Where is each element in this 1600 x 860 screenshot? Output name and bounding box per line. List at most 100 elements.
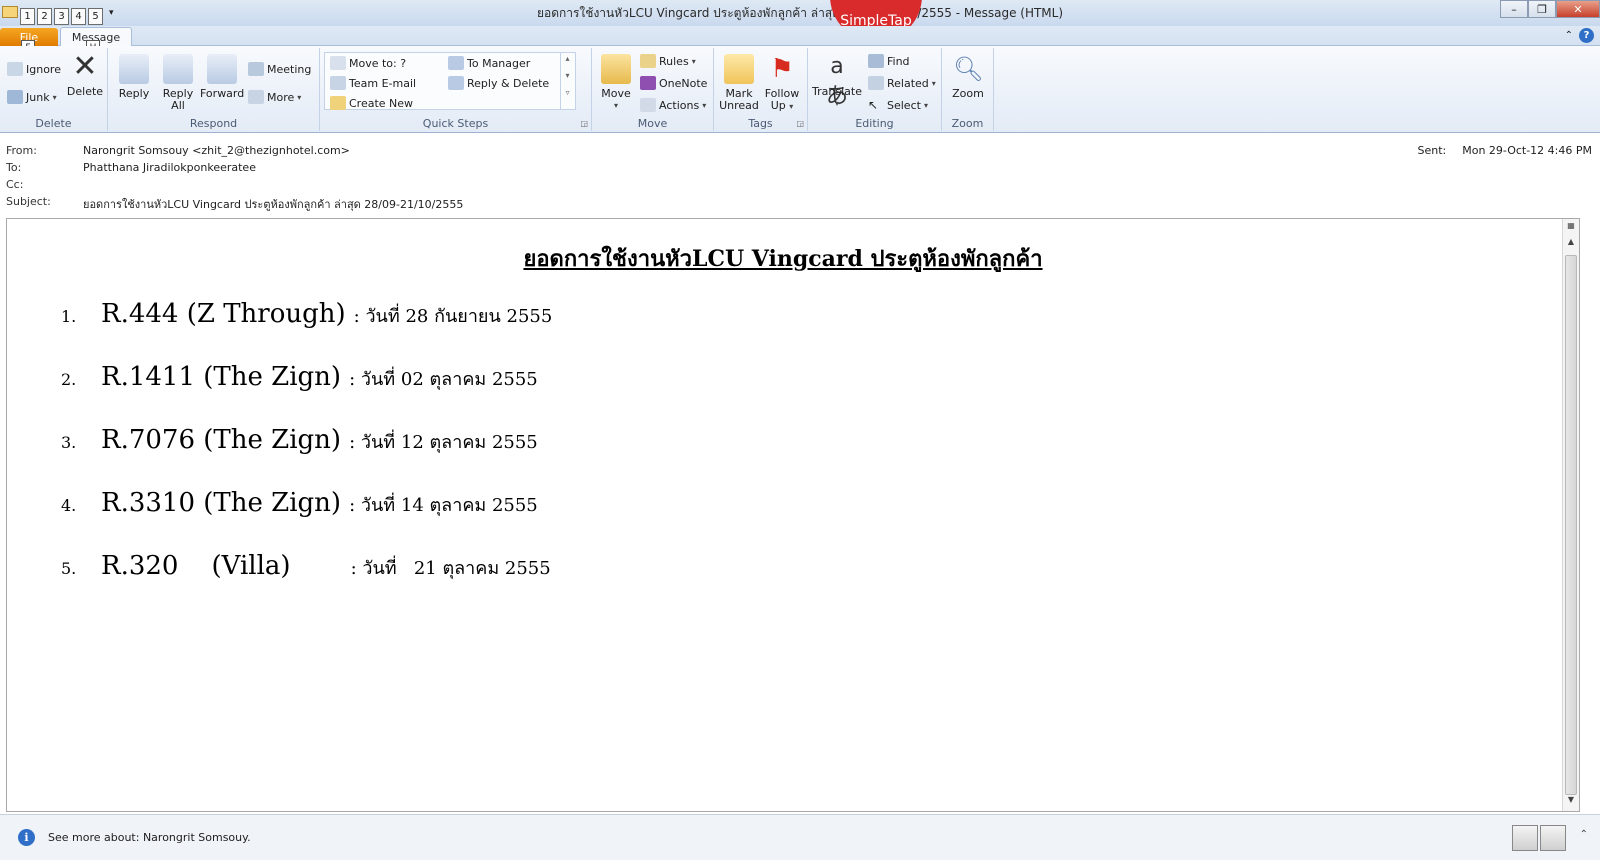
cc-label: Cc:: [6, 178, 24, 191]
reply-all-button[interactable]: Reply All: [158, 54, 198, 112]
quickstep-to-manager[interactable]: To Manager: [448, 56, 530, 70]
follow-up-button[interactable]: ⚑ Follow Up ▾: [762, 54, 802, 113]
scrollbar-thumb[interactable]: [1565, 255, 1577, 795]
team-email-label: Team E-mail: [349, 76, 417, 90]
expand-people-pane-icon[interactable]: ⌃: [1580, 829, 1588, 840]
sent-value: Mon 29-Oct-12 4:46 PM: [1462, 144, 1592, 157]
title-bar: 1 2 3 4 5 ▾ ยอดการใช้งานหัวLCU Vingcard …: [0, 0, 1600, 26]
forward-button[interactable]: Forward: [200, 54, 244, 100]
room-name: R.7076 (The Zign): [101, 425, 342, 455]
ruler-toggle-icon[interactable]: ▦: [1565, 221, 1577, 235]
people-pane-bar: i See more about: Narongrit Somsouy. ⌃: [0, 814, 1600, 860]
move-label: Move: [601, 87, 631, 100]
subject-label: Subject:: [6, 195, 51, 208]
zoom-label: Zoom: [952, 87, 984, 100]
onenote-button[interactable]: OneNote: [640, 76, 707, 90]
reply-button[interactable]: Reply: [116, 54, 152, 100]
tags-launcher-icon[interactable]: ◲: [796, 119, 804, 128]
chevron-down-icon: ▾: [834, 99, 839, 108]
select-button[interactable]: ↖ Select ▾: [868, 98, 928, 112]
scroll-down-arrow-icon[interactable]: ▼: [1565, 795, 1577, 809]
minimize-button[interactable]: –: [1500, 0, 1528, 18]
actions-button[interactable]: Actions ▾: [640, 98, 706, 112]
zoom-button[interactable]: 🔍︎ Zoom: [948, 54, 988, 100]
reply-all-label-2: All: [171, 99, 185, 112]
room-name: R.3310 (The Zign): [101, 488, 342, 518]
delete-label: Delete: [66, 85, 104, 98]
message-body[interactable]: ยอดการใช้งานหัวLCU Vingcard ประตูห้องพัก…: [6, 218, 1580, 812]
related-label: Related: [887, 76, 929, 90]
quickstep-team-email[interactable]: Team E-mail: [330, 76, 416, 90]
minimize-ribbon-icon[interactable]: ⌃: [1565, 30, 1573, 41]
scroll-up-icon[interactable]: ▴: [561, 54, 574, 63]
more-label: More: [267, 90, 295, 104]
meeting-icon: [248, 62, 264, 76]
person-avatar-icon[interactable]: [1540, 825, 1566, 851]
group-label-delete: Delete: [35, 117, 72, 130]
ignore-button[interactable]: Ignore: [7, 62, 61, 76]
ignore-label: Ignore: [26, 62, 61, 76]
actions-label: Actions: [659, 98, 700, 112]
reply-icon: [119, 54, 149, 84]
quickstep-reply-delete[interactable]: Reply & Delete: [448, 76, 549, 90]
subject-value: ยอดการใช้งานหัวLCU Vingcard ประตูห้องพัก…: [83, 198, 464, 211]
quick-steps-scroll[interactable]: ▴ ▾ ▿: [560, 52, 574, 110]
scroll-down-icon[interactable]: ▾: [561, 71, 574, 80]
find-button[interactable]: Find: [868, 54, 910, 68]
quick-steps-launcher-icon[interactable]: ◲: [580, 119, 588, 128]
message-header: From: Narongrit Somsouy <zhit_2@thezignh…: [0, 134, 1600, 214]
group-move: Move ▾ Rules ▾ OneNote Actions ▾ Move: [592, 48, 714, 131]
to-manager-icon: [448, 56, 464, 70]
chevron-down-icon: ▾: [789, 102, 794, 111]
person-avatar-icon[interactable]: [1512, 825, 1538, 851]
see-more-about-text[interactable]: See more about: Narongrit Somsouy.: [48, 831, 251, 844]
mark-unread-button[interactable]: Mark Unread: [718, 54, 760, 112]
scroll-up-arrow-icon[interactable]: ▲: [1565, 237, 1577, 251]
from-label: From:: [6, 144, 37, 157]
group-label-editing: Editing: [855, 117, 894, 130]
vertical-scrollbar[interactable]: ▦ ▲ ▼: [1562, 219, 1579, 811]
group-label-move: Move: [637, 117, 668, 130]
room-name: R.444 (Z Through): [101, 299, 346, 329]
quickstep-move-to[interactable]: Move to: ?: [330, 56, 406, 70]
more-icon: [248, 90, 264, 104]
quickstep-create-new[interactable]: Create New: [330, 96, 413, 110]
list-item: 3. R.7076 (The Zign) : วันที่ 12 ตุลาคม …: [61, 425, 552, 488]
to-label: To:: [6, 161, 22, 174]
delete-button[interactable]: ✕ Delete: [66, 52, 104, 98]
translate-button[interactable]: aあ Translate ▾: [812, 52, 862, 110]
chevron-down-icon: ▾: [702, 100, 707, 110]
more-button[interactable]: More ▾: [248, 90, 301, 104]
ribbon: Ignore Junk ▾ ✕ Delete Delete Reply Repl…: [0, 46, 1600, 133]
usage-date: : วันที่ 28 กันยายน 2555: [353, 306, 553, 327]
close-button[interactable]: ✕: [1556, 0, 1600, 18]
related-button[interactable]: Related ▾: [868, 76, 936, 90]
select-label: Select: [887, 98, 921, 112]
team-email-icon: [330, 76, 346, 90]
expand-gallery-icon[interactable]: ▿: [561, 88, 574, 97]
list-number: 5.: [61, 559, 77, 578]
window-title: ยอดการใช้งานหัวLCU Vingcard ประตูห้องพัก…: [536, 6, 1064, 20]
translate-label: Translate: [812, 85, 862, 98]
restore-button[interactable]: ❐: [1528, 0, 1556, 18]
create-new-label: Create New: [349, 96, 414, 110]
forward-label: Forward: [200, 87, 245, 100]
junk-button[interactable]: Junk ▾: [7, 90, 57, 104]
rules-button[interactable]: Rules ▾: [640, 54, 696, 68]
chevron-down-icon: ▾: [931, 78, 936, 88]
move-to-label: Move to: ?: [349, 56, 407, 70]
group-label-respond: Respond: [189, 117, 238, 130]
mark-unread-label-2: Unread: [719, 99, 759, 112]
group-quick-steps: Move to: ? Team E-mail Create New To Man…: [320, 48, 592, 131]
related-icon: [868, 76, 884, 90]
rules-label: Rules: [659, 54, 689, 68]
help-icon[interactable]: ?: [1579, 28, 1594, 43]
from-value[interactable]: Narongrit Somsouy <zhit_2@thezignhotel.c…: [83, 144, 350, 157]
meeting-button[interactable]: Meeting: [248, 62, 311, 76]
list-number: 4.: [61, 496, 77, 515]
to-value[interactable]: Phatthana Jiradilokponkeeratee: [83, 161, 256, 174]
move-button[interactable]: Move ▾: [598, 54, 634, 112]
group-tags: Mark Unread ⚑ Follow Up ▾ Tags ◲: [714, 48, 808, 131]
chevron-down-icon: ▾: [923, 100, 928, 110]
ignore-icon: [7, 62, 23, 76]
